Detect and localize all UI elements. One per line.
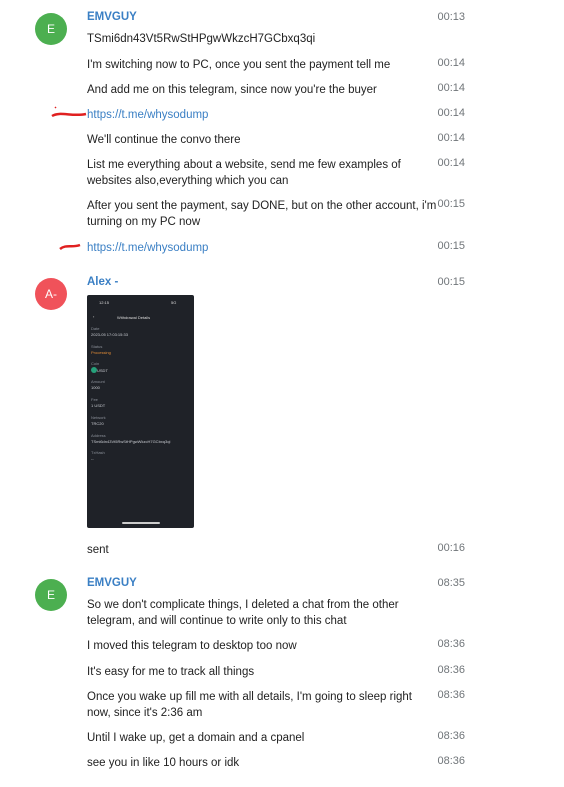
row-label: TxHash (91, 450, 105, 455)
avatar[interactable]: E (35, 13, 67, 45)
row-value: USDT (97, 368, 108, 373)
message-time: 00:14 (437, 157, 465, 169)
message-time: 00:15 (437, 198, 465, 210)
message-time: 08:36 (437, 730, 465, 742)
message-time: 08:36 (437, 689, 465, 701)
screenshot-image[interactable]: 12:15 5G ‹ Withdrawal Details Date 2023-… (87, 295, 194, 528)
row-label: Coin (91, 361, 100, 366)
message-time: 00:15 (437, 276, 465, 288)
message-link[interactable]: https://t.me/whysodump (87, 107, 437, 123)
sender-name[interactable]: Alex - (87, 276, 118, 288)
message-time: 08:35 (437, 577, 465, 589)
message-text: TSmi6dn43Vt5RwStHPgwWkzcH7GCbxq3qi (87, 33, 316, 45)
message-time: 08:36 (437, 664, 465, 676)
screen-title: Withdrawal Details (117, 315, 151, 320)
message-link[interactable]: https://t.me/whysodump (87, 240, 437, 256)
message-time: 00:13 (437, 11, 465, 23)
sender-name[interactable]: EMVGUY (87, 11, 137, 23)
message-time: 08:36 (437, 755, 465, 767)
row-value: Processing (91, 350, 111, 355)
row-value: 1000 (91, 385, 100, 390)
row-value: 2023-05 17:03:15:33 (91, 332, 128, 337)
row-label: Network (91, 415, 106, 420)
usdt-coin-icon (91, 367, 97, 373)
message-text: I moved this telegram to desktop too now (87, 640, 297, 652)
message-time: 00:15 (437, 240, 465, 252)
message-text: After you sent the payment, say DONE, bu… (87, 200, 437, 228)
row-label: Address (91, 433, 106, 438)
row-label: Fee (91, 397, 98, 402)
message-text: sent (87, 544, 109, 556)
row-value: -- (91, 456, 94, 461)
message-time: 00:14 (437, 57, 465, 69)
red-scribble-icon (51, 106, 87, 118)
message-text: We'll continue the convo there (87, 134, 241, 146)
message-time: 00:14 (437, 82, 465, 94)
row-value: 1 USDT (91, 403, 106, 408)
message-time: 00:16 (437, 542, 465, 554)
message-text: And add me on this telegram, since now y… (87, 84, 377, 96)
message-time: 00:14 (437, 132, 465, 144)
message-text: Once you wake up fill me with all detail… (87, 691, 412, 719)
avatar[interactable]: A- (35, 278, 67, 310)
sender-name[interactable]: EMVGUY (87, 577, 137, 589)
message-text: So we don't complicate things, I deleted… (87, 599, 399, 627)
row-value: TSmi6dn43Vt5RwStHPgwWkzcH7GCbxq3qi (91, 439, 171, 444)
back-icon: ‹ (93, 314, 95, 319)
row-label: Amount (91, 379, 105, 384)
message-text: see you in like 10 hours or idk (87, 757, 240, 769)
row-label: Status (91, 344, 103, 349)
message-time: 08:36 (437, 638, 465, 650)
row-label: Date (91, 326, 100, 331)
message-text: Until I wake up, get a domain and a cpan… (87, 732, 305, 744)
avatar[interactable]: E (35, 579, 67, 611)
home-indicator (122, 522, 160, 524)
status-icons: 5G (171, 300, 177, 305)
red-scribble-icon (59, 243, 81, 251)
message-text: I'm switching now to PC, once you sent t… (87, 59, 391, 71)
message-time: 00:14 (437, 107, 465, 119)
message-text: List me everything about a website, send… (87, 159, 401, 187)
message-text: It's easy for me to track all things (87, 666, 255, 678)
status-time: 12:15 (99, 300, 110, 305)
row-value: TRC20 (91, 421, 104, 426)
